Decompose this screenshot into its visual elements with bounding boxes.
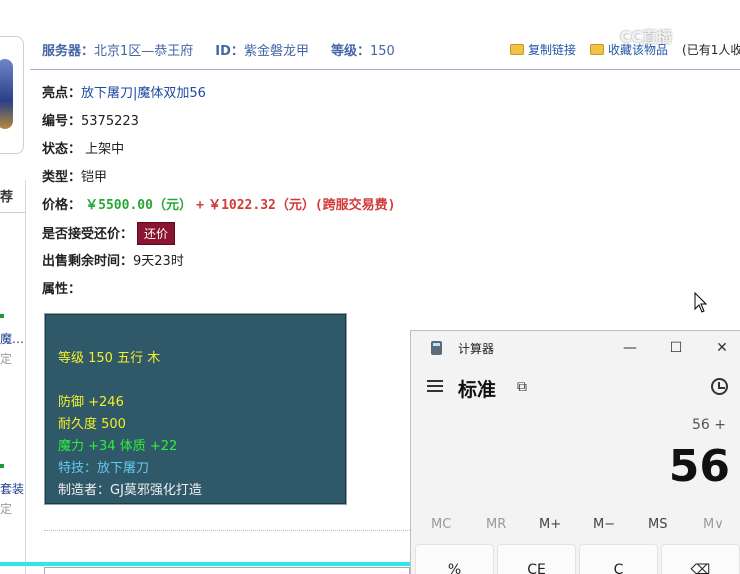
price-label: 价格： [42,198,82,213]
level-value: 150 [369,44,395,59]
time-value: 9天23时 [133,254,184,269]
recommend-item-2[interactable]: 套装 [0,480,24,497]
maximize-button[interactable]: ☐ [664,337,688,359]
price-main: ￥5500.00（元） [85,198,192,213]
number-label: 编号： [42,114,82,129]
id-label: ID： [215,44,244,59]
attr-label: 属性： [42,282,82,297]
green-dot-icon [0,314,4,318]
attr-magic-body: 魔力 +34 体质 +22 [58,439,178,454]
attr-row: 属性： [42,278,81,297]
attr-maker: 制造者：GJ莫邪强化打造 [58,483,202,498]
price-extra: ￥1022.32（元）(跨服交易费) [208,198,396,213]
time-label: 出售剩余时间： [42,254,134,269]
recommend-item-2-sub: 定 [0,502,13,516]
id-value: 紫金磐龙甲 [243,44,309,59]
memory-clear-button[interactable]: MC [431,517,451,532]
price-plus: + [196,198,204,213]
highlight-label: 亮点： [42,86,82,101]
folder-icon [590,44,605,55]
clear-entry-button[interactable]: CE [497,544,576,574]
status-row: 状态： 上架中 [42,138,124,157]
calculator-expression: 56 + [692,417,726,433]
attr-durability: 耐久度 500 [58,417,126,432]
haggle-button[interactable]: 还价 [137,222,176,245]
recommend-tab[interactable]: 荐 [0,186,13,205]
server-value: 北京1区—恭王府 [94,44,194,59]
type-label: 类型： [42,170,82,185]
calculator-mode: 标准 [458,379,497,401]
calculator-titlebar[interactable]: 计算器 — ☐ ✕ [411,331,740,365]
calculator-title: 计算器 [458,342,495,356]
attr-defense: 防御 +246 [58,395,124,410]
calculator-display: 56 [668,441,730,492]
haggle-label: 是否接受还价： [42,227,134,242]
attr-level-element: 等级 150 五行 木 [58,351,161,366]
time-row: 出售剩余时间：9天23时 [42,250,184,269]
highlight-row: 亮点：放下屠刀|魔体双加56 [42,82,206,101]
attribute-panel: 等级 150 五行 木 防御 +246 耐久度 500 魔力 +34 体质 +2… [44,313,347,505]
header-divider [30,69,740,70]
haggle-row: 是否接受还价： 还价 [42,222,176,245]
recommend-item-1-sub: 定 [0,352,13,366]
green-dot-icon [0,464,4,468]
folder-icon [510,44,524,55]
highlight-value: 放下屠刀|魔体双加56 [81,86,206,101]
favorited-count: (已有1人收 [682,43,740,57]
type-row: 类型：铠甲 [42,166,107,185]
divider [0,212,26,213]
item-thumbnail[interactable] [0,36,24,154]
recommend-item-1[interactable]: 魔… [0,330,24,347]
recommend-sidebar: 荐 魔… 定 套装 定 [0,180,26,574]
level-label: 等级： [330,44,370,59]
armor-icon [0,59,13,129]
dotted-divider [44,530,410,531]
memory-store-button[interactable]: MS [648,517,667,532]
number-value: 5375223 [81,114,139,129]
copy-link[interactable]: 复制链接 [528,43,576,57]
item-header: 服务器：北京1区—恭王府 ID：紫金磐龙甲 等级：150 [42,40,395,59]
mouse-cursor-icon [694,292,708,313]
status-value: 上架中 [85,142,125,157]
calculator-window: 计算器 — ☐ ✕ 标准 ⧉ 56 + 56 MC MR M+ M− MS M∨… [410,330,740,574]
calculator-app-icon [431,341,442,355]
minimize-button[interactable]: — [618,337,642,359]
close-button[interactable]: ✕ [710,337,734,359]
number-row: 编号：5375223 [42,110,139,129]
status-label: 状态： [42,142,82,157]
price-row: 价格： ￥5500.00（元） + ￥1022.32（元）(跨服交易费) [42,194,396,213]
memory-list-button[interactable]: M∨ [703,517,724,532]
memory-add-button[interactable]: M+ [539,517,561,532]
keep-on-top-icon[interactable]: ⧉ [517,379,527,395]
clear-button[interactable]: C [579,544,658,574]
type-value: 铠甲 [81,170,108,185]
bottom-input-field[interactable] [44,567,410,574]
attr-special-skill: 特技：放下屠刀 [58,461,150,476]
menu-icon[interactable] [427,380,443,392]
history-icon[interactable] [711,378,728,395]
server-label: 服务器： [42,44,95,59]
memory-recall-button[interactable]: MR [486,517,506,532]
memory-subtract-button[interactable]: M− [593,517,615,532]
stream-watermark: CC直播 [620,28,673,46]
percent-button[interactable]: % [415,544,494,574]
backspace-button[interactable]: ⌫ [661,544,740,574]
